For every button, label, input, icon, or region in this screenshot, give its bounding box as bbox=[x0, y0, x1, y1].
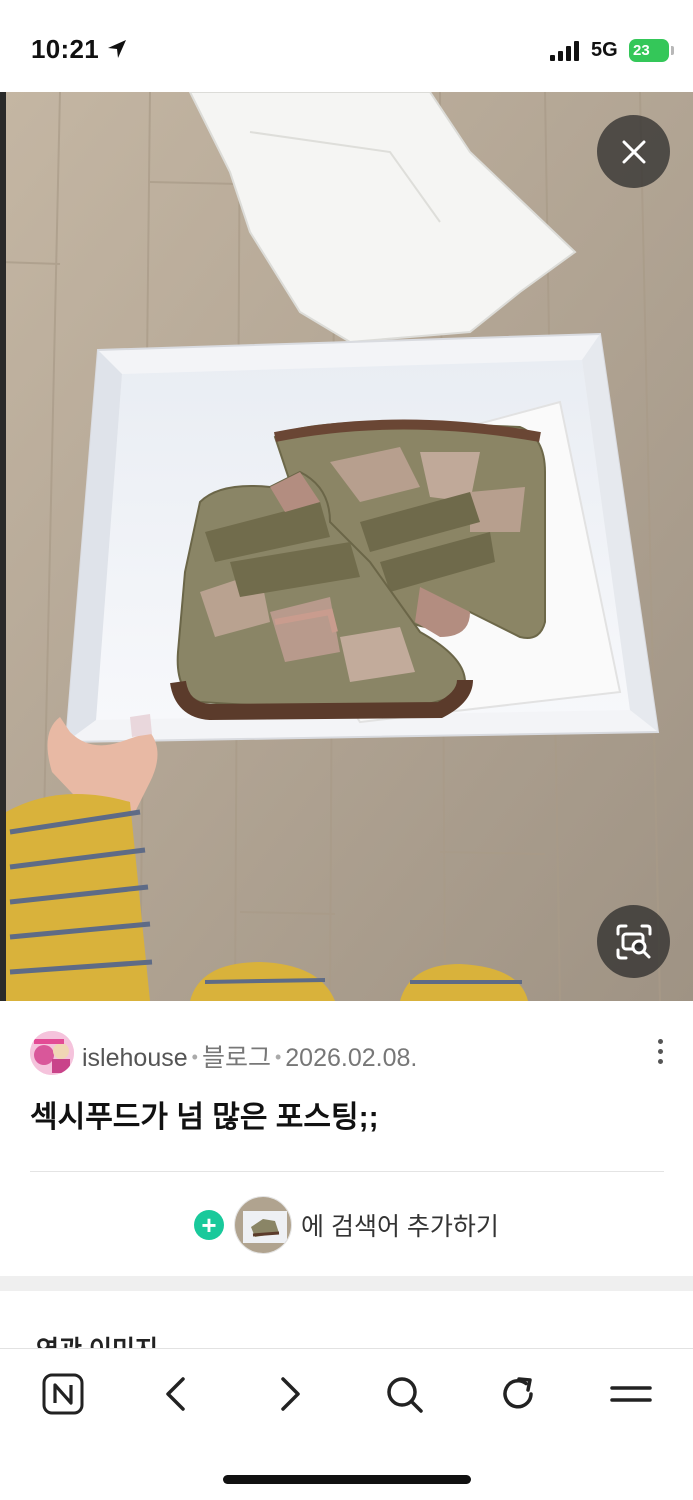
close-viewer-button[interactable] bbox=[597, 115, 670, 188]
add-search-term-button[interactable]: + 에 검색어 추가하기 bbox=[194, 1194, 499, 1256]
more-options-button[interactable] bbox=[648, 1036, 672, 1070]
battery-level: 23 bbox=[633, 42, 650, 59]
source-avatar[interactable] bbox=[30, 1031, 74, 1075]
post-title[interactable]: 섹시푸드가 넘 많은 포스팅;; bbox=[30, 1092, 379, 1136]
menu-icon bbox=[610, 1386, 652, 1402]
search-icon bbox=[387, 1377, 423, 1413]
status-time: 10:21 bbox=[31, 34, 99, 64]
source-type: 블로그 bbox=[201, 1044, 271, 1072]
battery-charging-icon: 23 bbox=[629, 39, 674, 62]
plus-circle-icon: + bbox=[194, 1210, 224, 1240]
separator-dot: • bbox=[191, 1047, 198, 1067]
source-line: islehouse • 블로그 • 2026.02.08. bbox=[82, 1038, 417, 1074]
image-viewer-photo[interactable] bbox=[0, 92, 693, 1001]
section-gap bbox=[0, 1276, 693, 1291]
refresh-button[interactable] bbox=[494, 1370, 542, 1418]
more-vertical-icon bbox=[657, 1039, 663, 1044]
signal-bars-icon bbox=[550, 41, 579, 61]
forward-icon bbox=[281, 1377, 300, 1411]
status-bar: 10:21 5G 23 bbox=[0, 0, 693, 92]
location-arrow-icon bbox=[108, 40, 126, 58]
refresh-icon bbox=[503, 1377, 533, 1409]
back-icon bbox=[166, 1377, 185, 1411]
back-button[interactable] bbox=[152, 1370, 200, 1418]
forward-button[interactable] bbox=[266, 1370, 314, 1418]
add-search-label: 에 검색어 추가하기 bbox=[301, 1213, 499, 1241]
network-type: 5G bbox=[591, 39, 618, 61]
search-button[interactable] bbox=[380, 1370, 428, 1418]
menu-button[interactable] bbox=[607, 1370, 655, 1418]
post-date: 2026.02.08. bbox=[285, 1044, 418, 1072]
naver-home-button[interactable] bbox=[39, 1370, 87, 1418]
separator-dot: • bbox=[274, 1047, 282, 1067]
home-indicator[interactable] bbox=[223, 1475, 471, 1484]
image-search-button[interactable] bbox=[597, 905, 670, 978]
close-icon bbox=[622, 140, 645, 163]
avatar-image bbox=[30, 1031, 74, 1075]
search-thumbnail bbox=[234, 1196, 292, 1254]
sneaker-box-photo bbox=[0, 92, 693, 1001]
image-search-icon bbox=[616, 924, 651, 959]
source-name[interactable]: islehouse bbox=[82, 1044, 188, 1072]
naver-home-icon bbox=[42, 1373, 84, 1415]
divider bbox=[30, 1171, 664, 1172]
